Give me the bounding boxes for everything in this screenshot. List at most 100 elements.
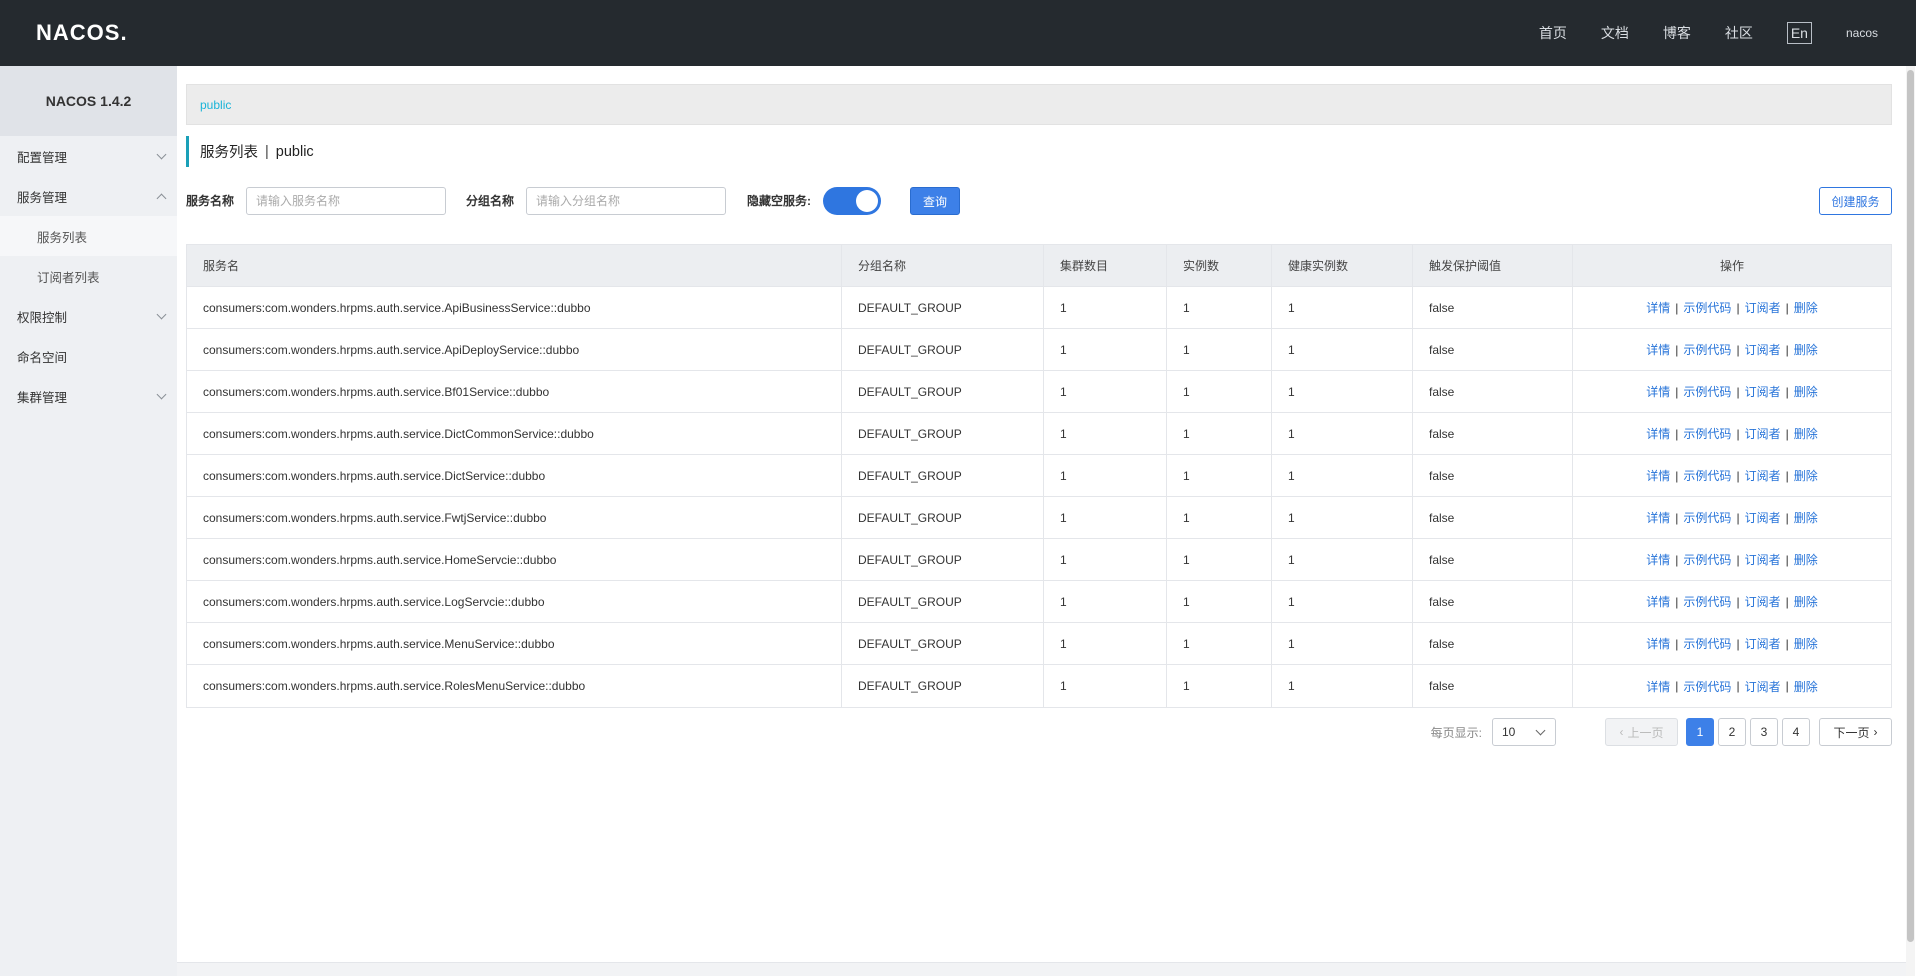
- table-cell: false: [1413, 581, 1573, 622]
- action-separator: |: [1785, 594, 1789, 609]
- sidebar-item-service-list[interactable]: 服务列表: [0, 216, 177, 256]
- detail-link[interactable]: 详情: [1646, 551, 1670, 568]
- subscriber-link[interactable]: 订阅者: [1745, 509, 1781, 526]
- table-cell: 1: [1272, 539, 1413, 580]
- table-cell: consumers:com.wonders.hrpms.auth.service…: [187, 371, 842, 412]
- service-name-input[interactable]: [247, 188, 445, 214]
- subscriber-link[interactable]: 订阅者: [1745, 678, 1781, 695]
- table-cell: 1: [1272, 287, 1413, 328]
- sample-code-link[interactable]: 示例代码: [1683, 467, 1731, 484]
- page-button-2[interactable]: 2: [1718, 718, 1746, 746]
- sidebar-item-label: 命名空间: [17, 350, 68, 365]
- action-separator: |: [1736, 594, 1740, 609]
- sample-code-link[interactable]: 示例代码: [1683, 593, 1731, 610]
- subscriber-link[interactable]: 订阅者: [1745, 467, 1781, 484]
- create-service-button[interactable]: 创建服务: [1819, 187, 1892, 215]
- group-name-field: [526, 187, 726, 215]
- service-name-field: [246, 187, 446, 215]
- delete-link[interactable]: 删除: [1794, 593, 1818, 610]
- table-cell: 1: [1272, 623, 1413, 664]
- delete-link[interactable]: 删除: [1794, 551, 1818, 568]
- subscriber-link[interactable]: 订阅者: [1745, 341, 1781, 358]
- table-cell: 1: [1272, 329, 1413, 370]
- table-cell: false: [1413, 371, 1573, 412]
- delete-link[interactable]: 删除: [1794, 509, 1818, 526]
- detail-link[interactable]: 详情: [1646, 299, 1670, 316]
- action-separator: |: [1785, 384, 1789, 399]
- detail-link[interactable]: 详情: [1646, 425, 1670, 442]
- user-name[interactable]: nacos: [1846, 26, 1878, 40]
- table-cell: consumers:com.wonders.hrpms.auth.service…: [187, 413, 842, 454]
- language-switch[interactable]: En: [1786, 22, 1812, 44]
- delete-link[interactable]: 删除: [1794, 635, 1818, 652]
- row-actions: 详情 | 示例代码 | 订阅者 | 删除: [1573, 665, 1891, 707]
- sample-code-link[interactable]: 示例代码: [1683, 425, 1731, 442]
- action-separator: |: [1736, 510, 1740, 525]
- detail-link[interactable]: 详情: [1646, 509, 1670, 526]
- subscriber-link[interactable]: 订阅者: [1745, 593, 1781, 610]
- column-header: 集群数目: [1044, 245, 1167, 286]
- sidebar-item-cluster[interactable]: 集群管理: [0, 376, 177, 416]
- delete-link[interactable]: 删除: [1794, 425, 1818, 442]
- sample-code-link[interactable]: 示例代码: [1683, 341, 1731, 358]
- subscriber-link[interactable]: 订阅者: [1745, 635, 1781, 652]
- delete-link[interactable]: 删除: [1794, 678, 1818, 695]
- scrollbar-thumb[interactable]: [1907, 70, 1914, 942]
- delete-link[interactable]: 删除: [1794, 299, 1818, 316]
- next-page-button[interactable]: 下一页 ›: [1819, 718, 1892, 746]
- sidebar-item-namespace[interactable]: 命名空间: [0, 336, 177, 376]
- prev-page-button[interactable]: ‹ 上一页: [1605, 718, 1678, 746]
- table-cell: consumers:com.wonders.hrpms.auth.service…: [187, 329, 842, 370]
- nav-home[interactable]: 首页: [1539, 23, 1567, 43]
- sidebar-item-subscriber-list[interactable]: 订阅者列表: [0, 256, 177, 296]
- detail-link[interactable]: 详情: [1646, 341, 1670, 358]
- sample-code-link[interactable]: 示例代码: [1683, 551, 1731, 568]
- sidebar-item-config[interactable]: 配置管理: [0, 136, 177, 176]
- action-separator: |: [1736, 384, 1740, 399]
- subscriber-link[interactable]: 订阅者: [1745, 383, 1781, 400]
- sample-code-link[interactable]: 示例代码: [1683, 299, 1731, 316]
- subscriber-link[interactable]: 订阅者: [1745, 425, 1781, 442]
- subscriber-link[interactable]: 订阅者: [1745, 299, 1781, 316]
- detail-link[interactable]: 详情: [1646, 678, 1670, 695]
- nav-blog[interactable]: 博客: [1663, 23, 1691, 43]
- delete-link[interactable]: 删除: [1794, 467, 1818, 484]
- breadcrumb-namespace[interactable]: public: [200, 98, 231, 112]
- detail-link[interactable]: 详情: [1646, 635, 1670, 652]
- title-separator: |: [265, 143, 269, 160]
- action-separator: |: [1675, 679, 1679, 693]
- page-button-4[interactable]: 4: [1782, 718, 1810, 746]
- per-page-select[interactable]: 10: [1492, 718, 1556, 746]
- page-title-text: 服务列表: [200, 145, 258, 161]
- detail-link[interactable]: 详情: [1646, 383, 1670, 400]
- query-button[interactable]: 查询: [910, 187, 960, 215]
- group-name-input[interactable]: [527, 188, 725, 214]
- sample-code-link[interactable]: 示例代码: [1683, 383, 1731, 400]
- sidebar-item-auth[interactable]: 权限控制: [0, 296, 177, 336]
- delete-link[interactable]: 删除: [1794, 341, 1818, 358]
- table-cell: false: [1413, 413, 1573, 454]
- table-cell: 1: [1167, 329, 1272, 370]
- sidebar-item-service[interactable]: 服务管理: [0, 176, 177, 216]
- table-cell: consumers:com.wonders.hrpms.auth.service…: [187, 455, 842, 496]
- table-cell: 1: [1167, 539, 1272, 580]
- hide-empty-toggle[interactable]: [823, 187, 881, 215]
- page-button-1[interactable]: 1: [1686, 718, 1714, 746]
- detail-link[interactable]: 详情: [1646, 593, 1670, 610]
- table-cell: 1: [1272, 665, 1413, 707]
- nav-docs[interactable]: 文档: [1601, 23, 1629, 43]
- table-cell: consumers:com.wonders.hrpms.auth.service…: [187, 581, 842, 622]
- row-actions: 详情 | 示例代码 | 订阅者 | 删除: [1573, 623, 1891, 664]
- table-body: consumers:com.wonders.hrpms.auth.service…: [187, 287, 1891, 707]
- sample-code-link[interactable]: 示例代码: [1683, 509, 1731, 526]
- sample-code-link[interactable]: 示例代码: [1683, 635, 1731, 652]
- table-cell: DEFAULT_GROUP: [842, 581, 1044, 622]
- sample-code-link[interactable]: 示例代码: [1683, 678, 1731, 695]
- detail-link[interactable]: 详情: [1646, 467, 1670, 484]
- subscriber-link[interactable]: 订阅者: [1745, 551, 1781, 568]
- page-button-3[interactable]: 3: [1750, 718, 1778, 746]
- page-scrollbar[interactable]: [1906, 66, 1915, 976]
- delete-link[interactable]: 删除: [1794, 383, 1818, 400]
- nacos-logo[interactable]: NACOS.: [36, 18, 128, 48]
- nav-community[interactable]: 社区: [1725, 23, 1753, 43]
